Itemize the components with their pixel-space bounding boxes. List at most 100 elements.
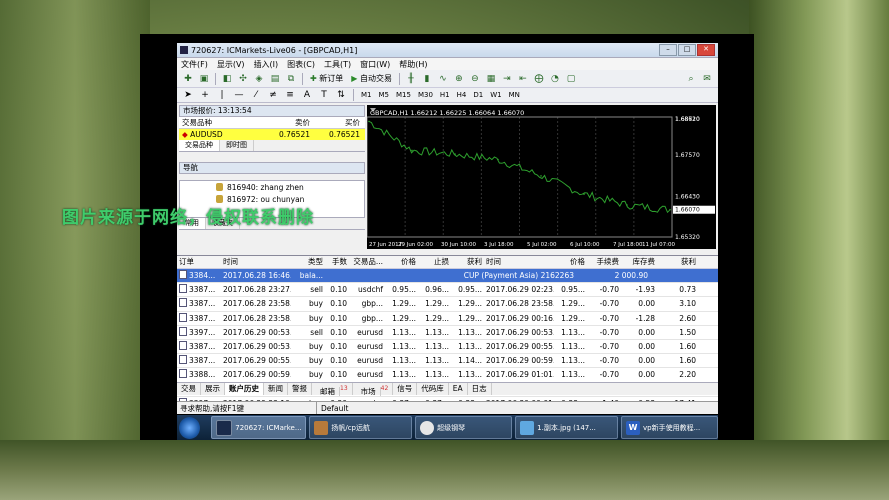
- bar-chart-icon[interactable]: ╫: [404, 72, 418, 85]
- table-row[interactable]: 3397... 2017.06.29 00:53... sell 0.10 eurusd…: [177, 326, 718, 340]
- th-take-profit[interactable]: 获利: [451, 256, 484, 268]
- line-chart-icon[interactable]: ∿: [436, 72, 450, 85]
- tile-windows-icon[interactable]: ▦: [484, 72, 498, 85]
- timeframe-h1[interactable]: H1: [438, 91, 452, 99]
- text-icon[interactable]: A: [300, 89, 314, 102]
- menu-view[interactable]: 显示(V): [217, 59, 245, 70]
- th-stop-loss[interactable]: 止损: [418, 256, 451, 268]
- chart-shift-icon[interactable]: ⇤: [516, 72, 530, 85]
- tab-alerts[interactable]: 警报: [288, 383, 312, 395]
- taskbar-item-piano[interactable]: 超级钢琴: [415, 416, 513, 439]
- navigator-icon[interactable]: ◈: [252, 72, 266, 85]
- trendline-icon[interactable]: ⁄: [249, 89, 263, 102]
- periods-icon[interactable]: ◔: [548, 72, 562, 85]
- horizontal-line-icon[interactable]: —: [232, 89, 246, 102]
- new-chart-icon[interactable]: ✚: [181, 72, 195, 85]
- tab-market[interactable]: 市场 42: [353, 383, 394, 396]
- cursor-icon[interactable]: ➤: [181, 89, 195, 102]
- market-watch-icon[interactable]: ◧: [220, 72, 234, 85]
- tab-mailbox[interactable]: 邮箱 13: [312, 383, 353, 396]
- candle-chart-icon[interactable]: ▮: [420, 72, 434, 85]
- timeframe-m30[interactable]: M30: [416, 91, 435, 99]
- maximize-button[interactable]: □: [678, 44, 696, 56]
- th-order[interactable]: 订单: [177, 256, 221, 268]
- autoscroll-icon[interactable]: ⇥: [500, 72, 514, 85]
- table-row[interactable]: 3387... 2017.06.28 23:27... sell 0.10 usdchf…: [177, 283, 718, 298]
- timeframe-h4[interactable]: H4: [455, 91, 469, 99]
- th-profit[interactable]: 获利: [657, 256, 698, 268]
- menu-insert[interactable]: 插入(I): [254, 59, 279, 70]
- tab-symbols[interactable]: 交易品种: [179, 140, 220, 151]
- auto-trading-button[interactable]: ▶ 自动交易: [348, 72, 395, 85]
- vertical-line-icon[interactable]: |: [215, 89, 229, 102]
- table-row[interactable]: 3387... 2017.06.29 00:53... buy 0.10 eurusd 1…: [177, 340, 718, 355]
- price-chart[interactable]: 1.68620 1.68710 1.67570 1.66430 1.66070 1.653…: [367, 105, 716, 249]
- tab-journal[interactable]: 日志: [468, 383, 492, 395]
- zoom-in-icon[interactable]: ⊕: [452, 72, 466, 85]
- chat-icon[interactable]: ✉: [700, 72, 714, 85]
- channel-icon[interactable]: ≠: [266, 89, 280, 102]
- cell-take-profit: 1.13...: [458, 370, 482, 380]
- table-row[interactable]: 3387... 2017.06.28 23:58... buy 0.10 gbp... 1…: [177, 297, 718, 312]
- timeframe-d1[interactable]: D1: [471, 91, 485, 99]
- th-close-time[interactable]: 时间: [484, 256, 554, 268]
- cell-take-profit: 0.95...: [458, 285, 482, 295]
- menu-charts[interactable]: 图表(C): [287, 59, 315, 70]
- start-button[interactable]: [179, 416, 201, 439]
- tab-code-base[interactable]: 代码库: [417, 383, 449, 395]
- timeframe-m5[interactable]: M5: [377, 91, 392, 99]
- tab-exposure[interactable]: 展示: [201, 383, 225, 395]
- search-icon[interactable]: ⌕: [684, 72, 698, 85]
- th-type[interactable]: 类型: [291, 256, 325, 268]
- close-button[interactable]: ✕: [697, 44, 715, 56]
- templates-icon[interactable]: ▢: [564, 72, 578, 85]
- minimize-button[interactable]: –: [659, 44, 677, 56]
- tab-tick-chart[interactable]: 即时图: [220, 140, 254, 151]
- crosshair-icon[interactable]: +: [198, 89, 212, 102]
- cell-symbol: eurusd: [357, 341, 383, 351]
- table-row[interactable]: 3387... 2017.06.29 00:55... buy 0.10 eurusd 1…: [177, 354, 718, 369]
- th-commission[interactable]: 手续费: [587, 256, 621, 268]
- th-swap[interactable]: 库存费: [621, 256, 657, 268]
- th-price[interactable]: 价格: [385, 256, 418, 268]
- cell-close-time: 2017.06.28 23:58...: [486, 299, 554, 309]
- terminal-icon[interactable]: ▤: [268, 72, 282, 85]
- tab-news[interactable]: 新闻: [264, 383, 288, 395]
- mailbox-badge: 13: [340, 385, 348, 392]
- new-order-button[interactable]: ✚ 新订单: [307, 72, 346, 85]
- menu-window[interactable]: 窗口(W): [360, 59, 390, 70]
- nav-account-item[interactable]: 816940: zhang zhen: [180, 181, 364, 193]
- taskbar-item-browser[interactable]: 扬帆/cp远航: [309, 416, 413, 439]
- table-row[interactable]: 3387... 2017.06.28 23:58... buy 0.10 gbp... 1…: [177, 312, 718, 326]
- taskbar-item-mt4[interactable]: 720627: ICMarke...: [211, 416, 307, 439]
- order-icon: [179, 312, 187, 322]
- timeframe-mn[interactable]: MN: [507, 91, 522, 99]
- taskbar-item-image[interactable]: 1.副本.jpg (147...: [515, 416, 618, 439]
- menu-tools[interactable]: 工具(T): [324, 59, 351, 70]
- th-time[interactable]: 时间: [221, 256, 291, 268]
- tab-signals[interactable]: 信号: [393, 383, 418, 395]
- zoom-out-icon[interactable]: ⊖: [468, 72, 482, 85]
- indicators-icon[interactable]: ⨁: [532, 72, 546, 85]
- tab-trade[interactable]: 交易: [177, 383, 201, 395]
- th-volume[interactable]: 手数: [325, 256, 349, 268]
- fibonacci-icon[interactable]: ≡: [283, 89, 297, 102]
- th-close-price[interactable]: 价格: [554, 256, 587, 268]
- profiles-icon[interactable]: ▣: [197, 72, 211, 85]
- tab-account-history[interactable]: 账户历史: [225, 383, 264, 395]
- menu-file[interactable]: 文件(F): [181, 59, 208, 70]
- timeframe-m15[interactable]: M15: [394, 91, 413, 99]
- timeframe-w1[interactable]: W1: [488, 91, 503, 99]
- menu-help[interactable]: 帮助(H): [399, 59, 427, 70]
- timeframe-m1[interactable]: M1: [359, 91, 374, 99]
- data-window-icon[interactable]: ✣: [236, 72, 250, 85]
- market-watch-row[interactable]: ◆ AUDUSD 0.76521 0.76521: [179, 129, 365, 140]
- table-row-balance[interactable]: 3384... 2017.06.28 16:46... bala... CUP …: [177, 269, 718, 284]
- taskbar-item-word[interactable]: W vp新手使用教程...: [620, 416, 718, 439]
- strategy-tester-icon[interactable]: ⧉: [284, 72, 298, 85]
- arrows-icon[interactable]: ⇅: [334, 89, 348, 102]
- tab-experts[interactable]: EA: [449, 383, 468, 395]
- th-symbol[interactable]: 交易品...: [349, 256, 385, 268]
- table-row[interactable]: 3388... 2017.06.29 00:59... buy 0.10 eurusd 1…: [177, 368, 718, 383]
- label-icon[interactable]: T: [317, 89, 331, 102]
